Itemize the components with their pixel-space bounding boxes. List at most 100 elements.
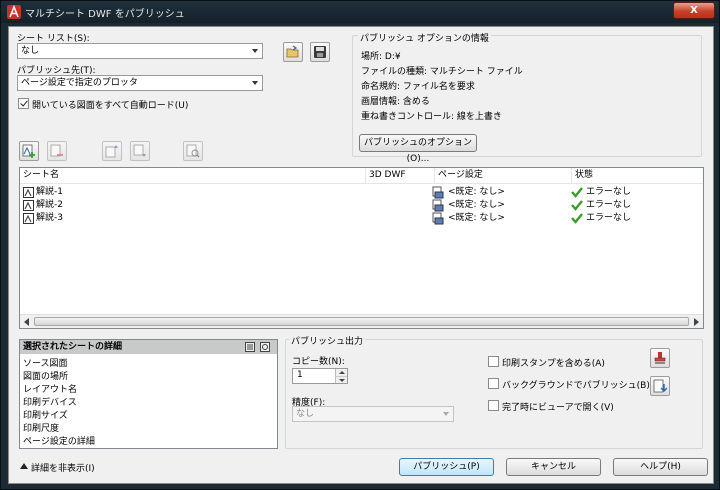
autoload-label[interactable]: 開いている図面をすべて自動ロード(U) bbox=[32, 98, 188, 111]
detail-item: レイアウト名 bbox=[23, 385, 78, 395]
green-check-icon bbox=[571, 187, 583, 198]
sheet-list-combo[interactable]: なし bbox=[17, 43, 263, 59]
page-setup-icon bbox=[432, 186, 444, 199]
autoload-checkbox[interactable] bbox=[18, 98, 29, 109]
sheet-details-title: 選択されたシートの詳細 bbox=[20, 340, 277, 354]
help-button[interactable]: ヘルプ(H) bbox=[613, 458, 708, 476]
sheet-icon bbox=[23, 187, 34, 198]
option-info-line: 重ね書きコントロール: 線を上書き bbox=[361, 112, 502, 122]
precision-value: なし bbox=[296, 409, 315, 419]
hide-details-link[interactable]: 詳細を非表示(I) bbox=[31, 461, 95, 474]
move-down-icon bbox=[133, 144, 146, 157]
publish-options-button[interactable]: パブリッシュのオプション(O)... bbox=[359, 134, 477, 164]
column-header-sheet-name[interactable]: シート名 bbox=[20, 168, 366, 184]
plot-stamp-settings-button[interactable] bbox=[650, 348, 670, 368]
plot-stamp-checkbox[interactable] bbox=[488, 356, 499, 367]
details-view-icon[interactable] bbox=[245, 342, 255, 352]
background-publish-checkbox[interactable] bbox=[488, 378, 499, 389]
chevron-down-icon bbox=[252, 81, 258, 85]
option-info-line: ファイルの種類: マルチシート ファイル bbox=[361, 67, 523, 77]
preview-button[interactable] bbox=[183, 141, 203, 161]
green-check-icon bbox=[571, 200, 583, 211]
close-button[interactable]: X bbox=[673, 2, 715, 19]
sheet-name: 解説-2 bbox=[36, 200, 63, 210]
remove-sheet-icon bbox=[50, 144, 63, 157]
collapse-arrow-icon[interactable] bbox=[20, 463, 28, 469]
horizontal-scrollbar[interactable] bbox=[20, 314, 703, 328]
page-setup-icon bbox=[432, 199, 444, 212]
status-value: エラーなし bbox=[586, 200, 632, 210]
move-sheet-down-button[interactable] bbox=[130, 141, 150, 161]
save-disk-icon bbox=[314, 46, 326, 58]
table-row[interactable]: 解説-1 <既定: なし> エラーなし bbox=[20, 186, 703, 199]
sheet-icon bbox=[23, 200, 34, 211]
scroll-right-icon[interactable] bbox=[692, 318, 700, 326]
publish-button[interactable]: パブリッシュ(P) bbox=[399, 458, 494, 476]
detail-item: 印刷サイズ bbox=[23, 411, 68, 421]
move-sheet-up-button[interactable] bbox=[102, 141, 122, 161]
column-header-page-setup[interactable]: ページ設定 bbox=[435, 168, 572, 184]
page-setup-value[interactable]: <既定: なし> bbox=[448, 186, 505, 199]
document-arrow-icon bbox=[653, 379, 667, 393]
spin-down-icon bbox=[339, 379, 345, 382]
dialog-body: シート リスト(S): なし パブリッシュ先(T): ページ設定で指定のプロッタ… bbox=[8, 26, 714, 484]
precision-combo[interactable]: なし bbox=[292, 406, 454, 422]
publish-to-value: ページ設定で指定のプロッタ bbox=[21, 78, 138, 88]
detail-item: 印刷デバイス bbox=[23, 398, 77, 408]
details-copy-icon[interactable] bbox=[260, 342, 270, 352]
chevron-down-icon bbox=[252, 49, 258, 53]
sheet-table[interactable]: シート名 3D DWF ページ設定 状態 解説-1 <既定: なし> エラーなし… bbox=[19, 167, 704, 329]
detail-item: ページ設定の詳細 bbox=[23, 437, 95, 447]
remove-sheets-button[interactable] bbox=[47, 141, 67, 161]
autocad-logo-icon bbox=[7, 5, 21, 19]
column-header-status[interactable]: 状態 bbox=[572, 168, 703, 184]
dialog-window: マルチシート DWF をパブリッシュ X シート リスト(S): なし パブリッ… bbox=[0, 0, 720, 490]
open-folder-icon bbox=[286, 45, 299, 58]
spin-up-icon bbox=[339, 371, 345, 374]
cancel-button[interactable]: キャンセル bbox=[506, 458, 601, 476]
scrollbar-thumb[interactable] bbox=[34, 317, 689, 326]
publish-options-title: パブリッシュ オプションの情報 bbox=[358, 31, 491, 44]
column-header-3d-dwf[interactable]: 3D DWF bbox=[366, 168, 435, 184]
copies-value: 1 bbox=[297, 370, 303, 380]
table-row[interactable]: 解説-2 <既定: なし> エラーなし bbox=[20, 199, 703, 212]
sheet-name: 解説-1 bbox=[36, 187, 63, 197]
page-setup-value[interactable]: <既定: なし> bbox=[448, 199, 505, 212]
publish-to-combo[interactable]: ページ設定で指定のプロッタ bbox=[17, 75, 263, 91]
preview-icon bbox=[186, 144, 200, 158]
open-viewer-label[interactable]: 完了時にビューアで開く(V) bbox=[502, 400, 614, 413]
status-value: エラーなし bbox=[586, 213, 632, 223]
add-sheet-icon bbox=[22, 144, 35, 158]
table-header: シート名 3D DWF ページ設定 状態 bbox=[20, 168, 703, 184]
window-title: マルチシート DWF をパブリッシュ bbox=[25, 9, 185, 20]
sheet-details-title-text: 選択されたシートの詳細 bbox=[23, 342, 123, 352]
sheet-details-panel: 選択されたシートの詳細 ソース図面 図面の場所 レイアウト名 印刷デバイス 印刷… bbox=[19, 339, 278, 449]
chevron-down-icon bbox=[443, 412, 449, 416]
option-info-line: 画層情報: 含める bbox=[361, 97, 430, 107]
status-value: エラーなし bbox=[586, 187, 632, 197]
scroll-left-icon[interactable] bbox=[23, 318, 31, 326]
detail-item: ソース図面 bbox=[23, 359, 68, 369]
page-setup-value[interactable]: <既定: なし> bbox=[448, 212, 505, 225]
table-row[interactable]: 解説-3 <既定: なし> エラーなし bbox=[20, 212, 703, 225]
stamp-icon bbox=[654, 352, 666, 364]
sheet-name: 解説-3 bbox=[36, 213, 63, 223]
load-sheet-list-button[interactable] bbox=[283, 42, 303, 62]
sheet-list-value: なし bbox=[21, 46, 40, 56]
spin-down-button[interactable] bbox=[335, 376, 347, 383]
spin-up-button[interactable] bbox=[335, 369, 347, 376]
save-sheet-list-button[interactable] bbox=[310, 42, 330, 62]
move-up-icon bbox=[105, 145, 118, 158]
plot-stamp-label[interactable]: 印刷スタンプを含める(A) bbox=[502, 356, 605, 369]
green-check-icon bbox=[571, 213, 583, 224]
title-bar[interactable]: マルチシート DWF をパブリッシュ X bbox=[1, 1, 719, 23]
detail-item: 図面の場所 bbox=[23, 372, 69, 382]
copies-stepper[interactable]: 1 bbox=[292, 368, 348, 384]
background-publish-label[interactable]: バックグラウンドでパブリッシュ(B) bbox=[502, 378, 650, 391]
publish-output-title: パブリッシュ出力 bbox=[289, 334, 366, 347]
background-settings-button[interactable] bbox=[650, 376, 670, 396]
sheet-icon bbox=[23, 213, 34, 224]
detail-item: 印刷尺度 bbox=[23, 424, 60, 434]
add-sheets-button[interactable] bbox=[19, 141, 39, 161]
open-viewer-checkbox[interactable] bbox=[488, 400, 499, 411]
